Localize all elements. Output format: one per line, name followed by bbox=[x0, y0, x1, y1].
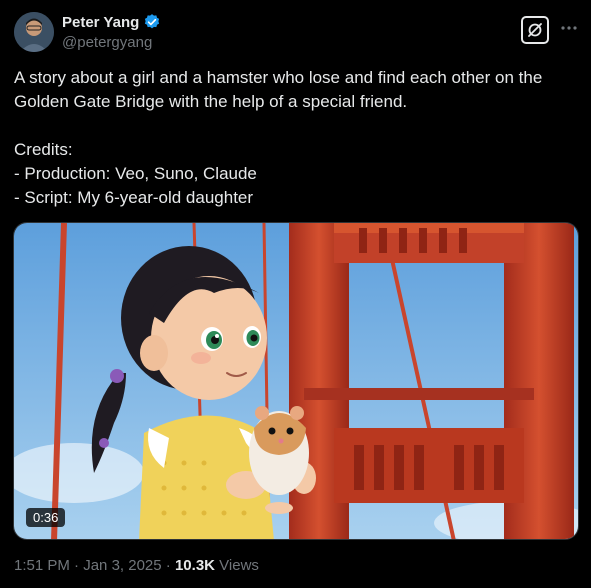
meta-separator: · bbox=[161, 557, 175, 574]
author-handle[interactable]: @petergyang bbox=[62, 34, 152, 51]
video-duration: 0:36 bbox=[26, 508, 66, 527]
views-label: Views bbox=[215, 557, 259, 574]
credits-title: Credits: bbox=[14, 140, 73, 159]
avatar[interactable] bbox=[14, 12, 54, 52]
tweet-date[interactable]: Jan 3, 2025 bbox=[83, 557, 161, 574]
credit-script: - Script: My 6-year-old daughter bbox=[14, 188, 254, 207]
views-count: 10.3K bbox=[174, 557, 215, 574]
video-thumbnail bbox=[14, 223, 578, 539]
credit-production: - Production: Veo, Suno, Claude bbox=[14, 164, 257, 183]
meta-separator: · bbox=[69, 557, 84, 574]
author-display-name[interactable]: Peter Yang bbox=[62, 14, 139, 31]
video-player[interactable]: 0:36 bbox=[13, 222, 579, 540]
more-icon[interactable] bbox=[557, 16, 581, 40]
verified-badge-icon bbox=[143, 13, 161, 31]
tweet-header: Peter Yang @petergyang bbox=[14, 12, 581, 56]
tweet-text: A story about a girl and a hamster who l… bbox=[14, 66, 579, 210]
tweet-time[interactable]: 1:51 PM bbox=[14, 557, 70, 574]
grok-icon[interactable] bbox=[521, 16, 549, 44]
tweet-body: A story about a girl and a hamster who l… bbox=[14, 68, 543, 111]
tweet-meta: 1:51 PM · Jan 3, 2025 · 10.3K Views bbox=[14, 557, 259, 574]
